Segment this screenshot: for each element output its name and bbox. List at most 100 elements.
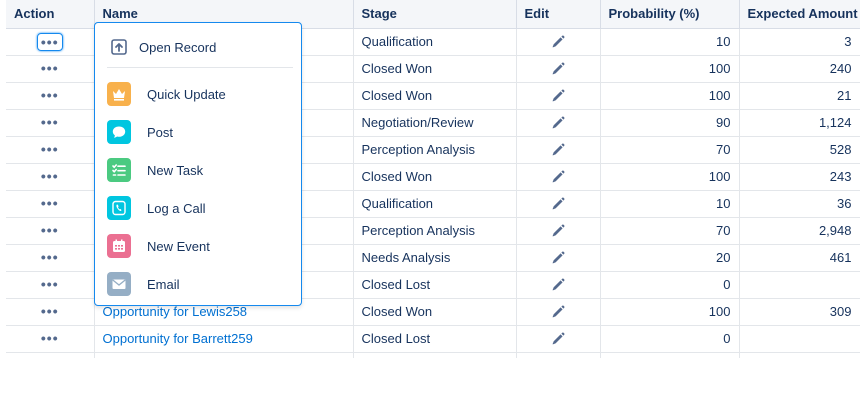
menu-item-label: New Event (147, 238, 210, 254)
opportunity-name-link[interactable]: Opportunity for Lewis258 (103, 304, 248, 319)
stage-cell: Closed Won (353, 55, 517, 83)
menu-item-post[interactable]: Post (95, 113, 301, 151)
row-action-button[interactable]: ••• (41, 169, 59, 183)
row-action-cell: ••• (6, 298, 95, 326)
expected-amount-cell: 240 (739, 55, 860, 83)
menu-item-email[interactable]: Email (95, 265, 301, 303)
partial-cell (94, 352, 354, 358)
probability-cell: 100 (600, 55, 740, 83)
expected-amount-cell: 1,124 (739, 109, 860, 137)
menu-item-label: Post (147, 124, 174, 140)
pencil-icon (552, 35, 565, 48)
pencil-icon (552, 332, 565, 345)
pencil-icon (552, 224, 565, 237)
stage-cell: Needs Analysis (353, 244, 517, 272)
row-action-button[interactable]: ••• (36, 32, 63, 51)
row-action-button[interactable]: ••• (41, 88, 59, 102)
edit-cell[interactable] (516, 136, 601, 164)
pencil-icon (552, 89, 565, 102)
row-action-cell: ••• (6, 28, 95, 56)
menu-item-open-record[interactable]: Open Record (95, 33, 301, 61)
edit-cell[interactable] (516, 271, 601, 299)
menu-item-label: New Task (147, 162, 204, 178)
partial-cell (353, 352, 517, 358)
edit-cell[interactable] (516, 28, 601, 56)
pencil-icon (552, 251, 565, 264)
row-action-button[interactable]: ••• (41, 196, 59, 210)
row-action-cell: ••• (6, 271, 95, 299)
menu-item-label: Email (147, 276, 180, 292)
column-header-probability[interactable]: Probability (%) (600, 0, 740, 29)
menu-item-label: Log a Call (147, 200, 206, 216)
probability-cell: 0 (600, 271, 740, 299)
column-header-expected-amount[interactable]: Expected Amount (739, 0, 860, 29)
row-action-button[interactable]: ••• (41, 223, 59, 237)
menu-item-label: Quick Update (147, 86, 226, 102)
edit-cell[interactable] (516, 163, 601, 191)
row-action-button[interactable]: ••• (41, 250, 59, 264)
edit-cell[interactable] (516, 82, 601, 110)
pencil-icon (552, 197, 565, 210)
opportunity-name-link[interactable]: Opportunity for Barrett259 (103, 331, 253, 346)
edit-cell[interactable] (516, 55, 601, 83)
envelope-icon (107, 272, 131, 296)
probability-cell: 100 (600, 163, 740, 191)
column-header-stage[interactable]: Stage (353, 0, 517, 29)
name-cell: Opportunity for Barrett259 (94, 325, 354, 353)
edit-cell[interactable] (516, 109, 601, 137)
stage-cell: Negotiation/Review (353, 109, 517, 137)
edit-cell[interactable] (516, 298, 601, 326)
expected-amount-cell (739, 271, 860, 299)
row-action-cell: ••• (6, 109, 95, 137)
edit-cell[interactable] (516, 217, 601, 245)
row-action-cell: ••• (6, 163, 95, 191)
partial-cell (739, 352, 860, 358)
stage-cell: Qualification (353, 190, 517, 218)
row-action-button[interactable]: ••• (41, 331, 59, 345)
expected-amount-cell (739, 325, 860, 353)
row-action-button[interactable]: ••• (41, 304, 59, 318)
edit-cell[interactable] (516, 325, 601, 353)
task-list-icon (107, 158, 131, 182)
menu-item-new-event[interactable]: New Event (95, 227, 301, 265)
stage-cell: Closed Lost (353, 271, 517, 299)
probability-cell: 100 (600, 298, 740, 326)
probability-cell: 20 (600, 244, 740, 272)
expected-amount-cell: 3 (739, 28, 860, 56)
table-row[interactable]: ••• Opportunity for Barrett259 Closed Lost… (6, 325, 860, 353)
expected-amount-cell: 21 (739, 82, 860, 110)
column-header-edit[interactable]: Edit (516, 0, 601, 29)
chat-bubble-icon (107, 120, 131, 144)
expected-amount-cell: 461 (739, 244, 860, 272)
row-action-button[interactable]: ••• (41, 277, 59, 291)
stage-cell: Closed Won (353, 298, 517, 326)
phone-icon (107, 196, 131, 220)
row-action-cell: ••• (6, 190, 95, 218)
row-action-button[interactable]: ••• (41, 115, 59, 129)
edit-cell[interactable] (516, 244, 601, 272)
expected-amount-cell: 2,948 (739, 217, 860, 245)
probability-cell: 10 (600, 190, 740, 218)
row-action-cell: ••• (6, 136, 95, 164)
row-action-cell: ••• (6, 55, 95, 83)
column-header-action[interactable]: Action (6, 0, 95, 29)
row-action-menu: Open Record Quick Update Post New Task L… (94, 22, 302, 306)
menu-item-quick-update[interactable]: Quick Update (95, 75, 301, 113)
pencil-icon (552, 305, 565, 318)
expected-amount-cell: 528 (739, 136, 860, 164)
stage-cell: Perception Analysis (353, 217, 517, 245)
stage-cell: Closed Won (353, 82, 517, 110)
expected-amount-cell: 243 (739, 163, 860, 191)
row-action-cell: ••• (6, 325, 95, 353)
edit-cell[interactable] (516, 190, 601, 218)
row-action-button[interactable]: ••• (41, 142, 59, 156)
pencil-icon (552, 116, 565, 129)
calendar-icon (107, 234, 131, 258)
crown-icon (107, 82, 131, 106)
partial-cell (6, 352, 95, 358)
stage-cell: Closed Won (353, 163, 517, 191)
row-action-button[interactable]: ••• (41, 61, 59, 75)
probability-cell: 70 (600, 136, 740, 164)
menu-item-log-a-call[interactable]: Log a Call (95, 189, 301, 227)
menu-item-new-task[interactable]: New Task (95, 151, 301, 189)
